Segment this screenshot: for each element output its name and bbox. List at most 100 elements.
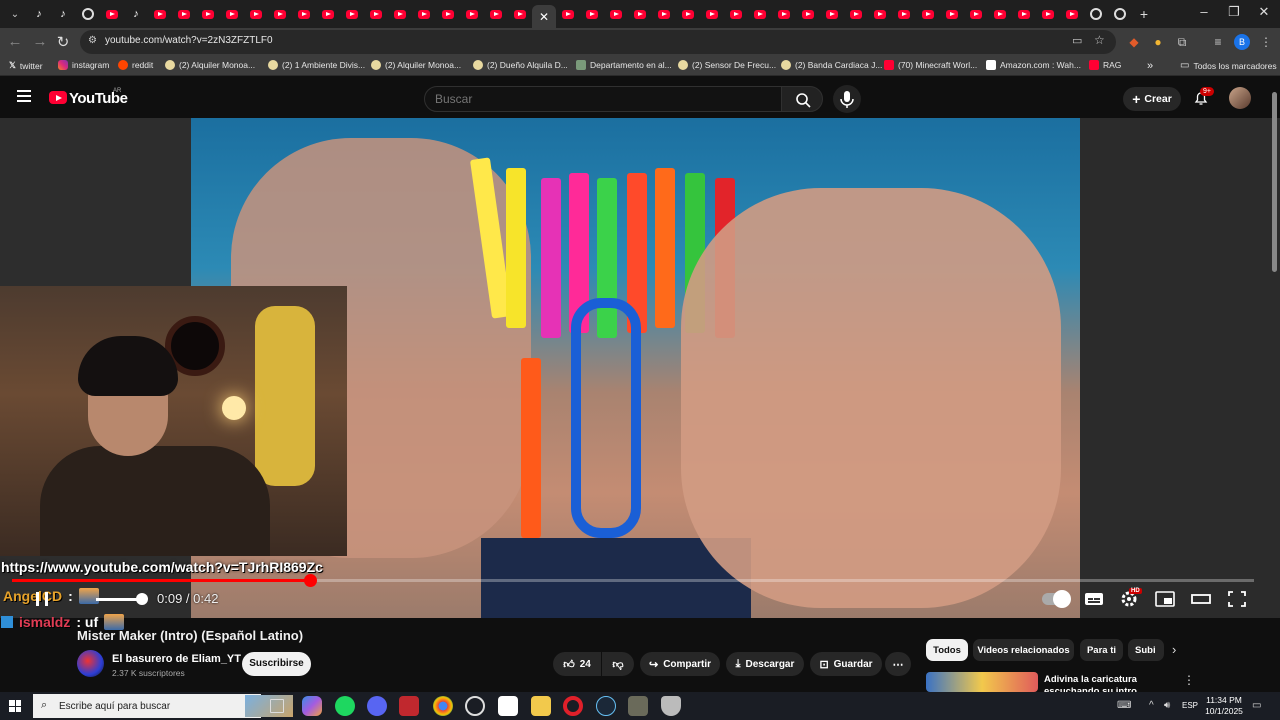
new-tab-button[interactable]: + <box>1135 5 1153 23</box>
capcut-icon[interactable] <box>498 696 518 716</box>
tab-youtube[interactable] <box>175 5 193 23</box>
tab-youtube[interactable] <box>343 5 361 23</box>
tab-youtube[interactable] <box>511 5 529 23</box>
share-button[interactable]: ↪ Compartir <box>640 652 720 676</box>
tab-youtube[interactable] <box>655 5 673 23</box>
bookmark-item[interactable]: reddit <box>118 60 153 70</box>
tab-youtube[interactable] <box>271 5 289 23</box>
tab-youtube[interactable] <box>991 5 1009 23</box>
chip-subscriptions[interactable]: Subi <box>1128 639 1164 661</box>
extension-icon[interactable]: ◆ <box>1126 34 1142 50</box>
tab-youtube[interactable] <box>583 5 601 23</box>
bookmark-item[interactable]: instagram <box>58 60 109 70</box>
tab-youtube[interactable] <box>559 5 577 23</box>
tab-youtube[interactable] <box>919 5 937 23</box>
keyboard-icon[interactable]: ⌨ <box>1117 700 1131 711</box>
bookmark-item[interactable]: (2) Alquiler Monoa... <box>165 60 255 70</box>
tab-youtube[interactable] <box>751 5 769 23</box>
tab-google[interactable] <box>1087 5 1105 23</box>
subtitles-button[interactable] <box>1083 591 1105 607</box>
channel-name[interactable]: El basurero de Eliam_YT <box>112 653 241 665</box>
forward-button[interactable]: → <box>30 33 50 50</box>
tab-tiktok[interactable]: ♪ <box>54 5 72 23</box>
bookmark-item[interactable]: (2) Banda Cardiaca J... <box>781 60 882 70</box>
chip-all[interactable]: Todos <box>926 639 968 661</box>
bookmark-item[interactable]: (70) Minecraft Worl... <box>884 60 977 70</box>
page-scrollbar-thumb[interactable] <box>1272 92 1277 272</box>
tab-youtube[interactable] <box>847 5 865 23</box>
bookmark-item[interactable]: (2) Dueño Alquila D... <box>473 60 568 70</box>
chevron-right-icon[interactable]: › <box>1172 642 1176 657</box>
minimize-button[interactable]: – <box>1189 4 1219 19</box>
chip-for-you[interactable]: Para ti <box>1080 639 1123 661</box>
restore-button[interactable]: ❐ <box>1219 4 1249 20</box>
autoplay-play-icon[interactable] <box>1053 590 1071 608</box>
tab-youtube[interactable] <box>1039 5 1057 23</box>
theater-mode-button[interactable] <box>1190 591 1212 607</box>
chrome-menu-icon[interactable]: ⋮ <box>1258 34 1274 50</box>
tab-youtube[interactable] <box>967 5 985 23</box>
tab-youtube[interactable] <box>463 5 481 23</box>
close-window-button[interactable]: ✕ <box>1249 4 1279 20</box>
opera-icon[interactable] <box>563 696 583 716</box>
tab-youtube[interactable] <box>895 5 913 23</box>
steam-icon[interactable] <box>596 696 616 716</box>
more-vertical-icon[interactable]: ⋮ <box>1183 673 1195 687</box>
discord-icon[interactable] <box>367 696 387 716</box>
tab-tiktok[interactable]: ♪ <box>127 5 145 23</box>
cast-icon[interactable]: ▭ <box>1072 34 1082 47</box>
task-view-icon[interactable] <box>270 699 284 713</box>
tab-youtube[interactable] <box>823 5 841 23</box>
create-button[interactable]: + Crear <box>1123 87 1181 111</box>
bookmark-star-icon[interactable]: ☆ <box>1094 33 1105 47</box>
file-explorer-icon[interactable] <box>531 696 551 716</box>
tab-youtube[interactable] <box>247 5 265 23</box>
account-avatar[interactable] <box>1229 87 1251 109</box>
chrome-icon[interactable] <box>433 696 453 716</box>
extension-colorful-icon[interactable]: ● <box>1150 34 1166 50</box>
bookmark-item[interactable]: 𝕏twitter <box>9 60 43 71</box>
tab-youtube[interactable] <box>319 5 337 23</box>
voice-search-button[interactable] <box>833 85 861 113</box>
volume-icon[interactable]: 🔊︎ <box>1164 700 1170 711</box>
like-button[interactable]: 👍︎ 24 <box>553 652 601 676</box>
tab-youtube[interactable] <box>679 5 697 23</box>
tab-youtube[interactable] <box>943 5 961 23</box>
hamburger-menu-icon[interactable] <box>17 90 31 102</box>
tab-youtube[interactable] <box>103 5 121 23</box>
language-indicator[interactable]: ESP <box>1182 701 1198 710</box>
search-box[interactable] <box>424 86 782 112</box>
miniplayer-button[interactable] <box>1154 591 1176 607</box>
bookmark-item[interactable]: Amazon.com : Wah... <box>986 60 1081 70</box>
tab-youtube[interactable] <box>703 5 721 23</box>
download-button[interactable]: ⤓ Descargar <box>726 652 804 676</box>
spotify-icon[interactable] <box>335 696 355 716</box>
tab-google[interactable] <box>79 5 97 23</box>
fullscreen-button[interactable] <box>1226 591 1248 607</box>
chip-related[interactable]: Videos relacionados <box>973 639 1074 661</box>
search-button[interactable] <box>781 86 823 112</box>
recommended-video-thumbnail[interactable] <box>926 672 1038 692</box>
extensions-puzzle-icon[interactable]: ⧉ <box>1174 34 1190 50</box>
all-bookmarks-button[interactable]: ▭ Todos los marcadores <box>1180 60 1277 71</box>
profile-avatar[interactable]: B <box>1234 34 1250 50</box>
bookmark-item[interactable]: (2) Sensor De Frecu... <box>678 60 776 70</box>
progress-bar[interactable] <box>12 574 1254 587</box>
windows-start-icon[interactable] <box>9 700 21 712</box>
tab-youtube[interactable] <box>1063 5 1081 23</box>
back-button[interactable]: ← <box>5 33 25 50</box>
tab-youtube[interactable] <box>199 5 217 23</box>
more-bookmarks-button[interactable]: » <box>1147 60 1153 72</box>
save-button[interactable]: ⊡ Guardar <box>810 652 882 676</box>
tab-youtube[interactable] <box>631 5 649 23</box>
tab-youtube[interactable] <box>415 5 433 23</box>
game-launcher-icon[interactable] <box>628 696 648 716</box>
tab-youtube[interactable] <box>871 5 889 23</box>
media-controls-icon[interactable]: ≡ <box>1210 34 1226 50</box>
bookmark-item[interactable]: RAG <box>1089 60 1121 70</box>
game-app-icon[interactable] <box>399 696 419 716</box>
tab-youtube[interactable] <box>487 5 505 23</box>
taskbar-clock[interactable]: 11:34 PM 10/1/2025 <box>1200 695 1248 717</box>
address-bar[interactable]: ⚙ youtube.com/watch?v=2zN3ZFZTLF0 ▭ ☆ <box>80 30 1116 54</box>
channel-avatar[interactable] <box>77 650 104 677</box>
